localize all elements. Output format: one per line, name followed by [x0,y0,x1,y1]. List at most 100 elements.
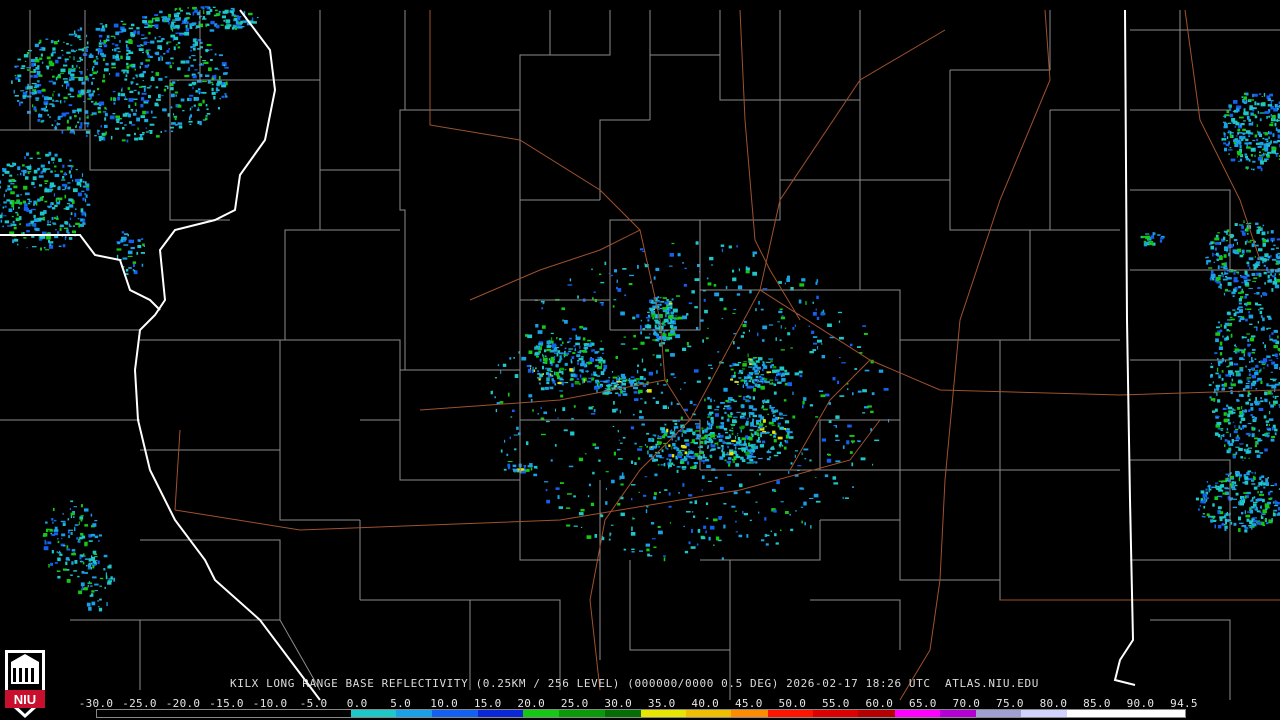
echo-pixel [99,585,102,587]
echo-pixel [93,553,98,555]
echo-pixel [16,194,20,197]
echo-pixel [37,169,40,171]
echo-pixel [91,556,96,561]
echo-pixel [706,517,709,520]
echo-pixel [622,436,626,439]
echo-pixel [55,229,57,231]
echo-pixel [725,431,729,434]
echo-pixel [1272,501,1275,504]
echo-pixel [708,536,711,541]
echo-pixel [51,534,56,536]
echo-pixel [145,111,149,114]
echo-pixel [158,94,161,99]
echo-pixel [642,328,646,330]
echo-pixel [764,425,767,428]
echo-pixel [1270,281,1272,283]
echo-pixel [1237,272,1239,275]
echo-pixel [76,64,78,68]
echo-pixel [19,102,21,106]
echo-pixel [1228,447,1232,450]
colorbar-segment [1075,710,1085,717]
echo-pixel [161,37,165,41]
echo-pixel [768,358,774,360]
colorbar-segment [1130,710,1140,717]
colorbar-segment [359,710,369,717]
echo-pixel [1210,365,1214,369]
echo-pixel [1259,369,1261,373]
echo-pixel [86,602,91,607]
echo-pixel [1214,432,1219,436]
echo-pixel [181,23,183,25]
echo-pixel [564,362,568,366]
echo-pixel [692,455,697,458]
echo-pixel [92,92,94,97]
echo-pixel [49,62,55,67]
echo-pixel [1262,317,1265,322]
echo-pixel [1232,482,1235,487]
echo-pixel [2,206,5,209]
echo-pixel [633,386,638,390]
echo-pixel [177,46,180,49]
echo-pixel [1261,96,1263,97]
echo-pixel [703,525,707,529]
echo-pixel [99,23,103,25]
echo-pixel [759,375,761,377]
echo-pixel [751,362,757,366]
echo-pixel [634,462,637,465]
echo-pixel [20,90,25,92]
echo-pixel [115,31,120,36]
colorbar-segment [640,710,650,717]
echo-pixel [811,330,815,334]
echo-pixel [211,87,214,91]
colorbar-segment [722,710,732,717]
echo-pixel [129,90,134,93]
echo-pixel [158,57,161,61]
echo-pixel [68,170,71,174]
echo-pixel [730,365,734,367]
echo-pixel [221,95,225,98]
colorbar-segment [350,710,360,717]
echo-pixel [36,72,40,75]
echo-pixel [733,341,735,345]
echo-pixel [1215,332,1221,336]
echo-pixel [74,560,78,564]
echo-pixel [45,38,49,40]
echo-pixel [103,69,109,72]
echo-pixel [0,180,2,184]
echo-pixel [155,17,160,20]
echo-pixel [184,74,190,78]
echo-pixel [1246,379,1250,381]
echo-pixel [36,67,39,69]
echo-pixel [76,108,82,112]
echo-pixel [833,482,839,485]
echo-pixel [655,321,660,324]
echo-pixel [660,303,662,306]
colorbar-segment [97,710,107,717]
echo-pixel [664,318,669,323]
echo-pixel [708,376,711,380]
echo-pixel [726,442,731,445]
echo-pixel [215,24,220,29]
echo-pixel [533,465,538,469]
echo-pixel [1248,478,1254,481]
echo-pixel [534,347,539,350]
echo-pixel [223,64,225,67]
echo-pixel [1238,292,1242,294]
echo-pixel [191,81,197,85]
echo-pixel [1267,98,1271,101]
echo-pixel [197,90,201,93]
echo-pixel [8,208,13,212]
echo-pixel [1249,99,1254,101]
echo-pixel [1233,100,1238,104]
echo-pixel [1231,121,1233,124]
echo-pixel [595,380,598,384]
echo-pixel [121,28,127,32]
echo-pixel [678,492,680,494]
echo-pixel [1214,524,1216,529]
echo-pixel [75,208,77,210]
echo-pixel [799,283,805,287]
echo-pixel [87,568,91,570]
echo-pixel [1215,416,1220,418]
echo-pixel [205,74,210,77]
echo-pixel [117,242,121,245]
